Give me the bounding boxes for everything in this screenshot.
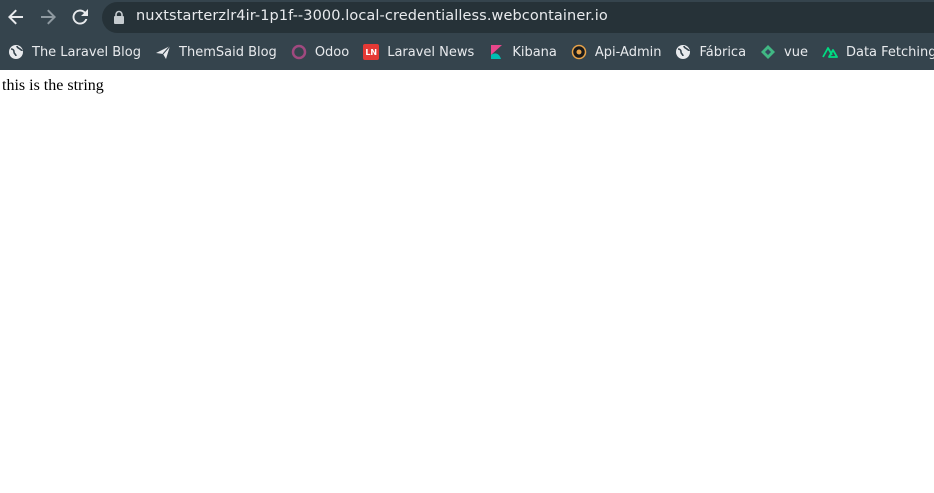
kibana-icon	[488, 44, 504, 60]
bookmark-label: Kibana	[512, 44, 557, 60]
odoo-icon	[291, 44, 307, 60]
forward-button[interactable]	[36, 5, 60, 29]
arrow-right-icon	[41, 9, 56, 25]
bookmark-label: Laravel News	[387, 44, 475, 60]
bookmark-label: Data Fetching · G...	[845, 44, 934, 60]
page-text: this is the string	[2, 77, 104, 94]
globe-icon	[675, 44, 691, 60]
browser-chrome: nuxtstarterzlr4ir-1p1f--3000.local-crede…	[0, 0, 934, 70]
bookmark-fabrica[interactable]: Fábrica	[667, 38, 752, 66]
bookmark-vue[interactable]: vue	[752, 38, 814, 66]
arrow-left-icon	[8, 9, 23, 25]
bookmark-api-admin[interactable]: Api-Admin	[563, 38, 668, 66]
laravel-news-icon-text: LN	[365, 47, 378, 57]
lock-icon	[114, 10, 124, 24]
bookmark-themsaid-blog[interactable]: ThemSaid Blog	[147, 38, 283, 66]
url-text: nuxtstarterzlr4ir-1p1f--3000.local-crede…	[136, 8, 608, 24]
bird-icon	[155, 44, 171, 60]
bookmark-label: ThemSaid Blog	[179, 44, 277, 60]
bookmark-label: vue	[784, 44, 808, 60]
globe-icon	[8, 44, 24, 60]
bookmark-label: Odoo	[314, 44, 350, 60]
bookmark-label: Fábrica	[699, 44, 747, 60]
bookmark-data-fetching[interactable]: Data Fetching · G...	[814, 38, 934, 66]
diamond-icon	[760, 44, 776, 60]
bookmarks-bar: The Laravel Blog ThemSaid Blog Odoo LN L…	[0, 38, 934, 66]
back-button[interactable]	[4, 5, 28, 29]
browser-toolbar: nuxtstarterzlr4ir-1p1f--3000.local-crede…	[0, 0, 934, 35]
bookmark-kibana[interactable]: Kibana	[480, 38, 563, 66]
bookmark-odoo[interactable]: Odoo	[283, 38, 355, 66]
nuxt-icon	[822, 44, 838, 60]
bookmark-label: The Laravel Blog	[32, 44, 142, 60]
bookmark-laravel-news[interactable]: LN Laravel News	[355, 38, 480, 66]
address-bar[interactable]: nuxtstarterzlr4ir-1p1f--3000.local-crede…	[102, 2, 934, 33]
laravel-news-icon: LN	[363, 44, 380, 60]
reload-icon	[72, 9, 88, 25]
bookmark-label: Api-Admin	[594, 44, 662, 60]
reload-button[interactable]	[68, 5, 92, 29]
bookmark-the-laravel-blog[interactable]: The Laravel Blog	[0, 38, 147, 66]
api-admin-icon	[571, 44, 587, 60]
page-content: this is the string	[0, 70, 934, 493]
